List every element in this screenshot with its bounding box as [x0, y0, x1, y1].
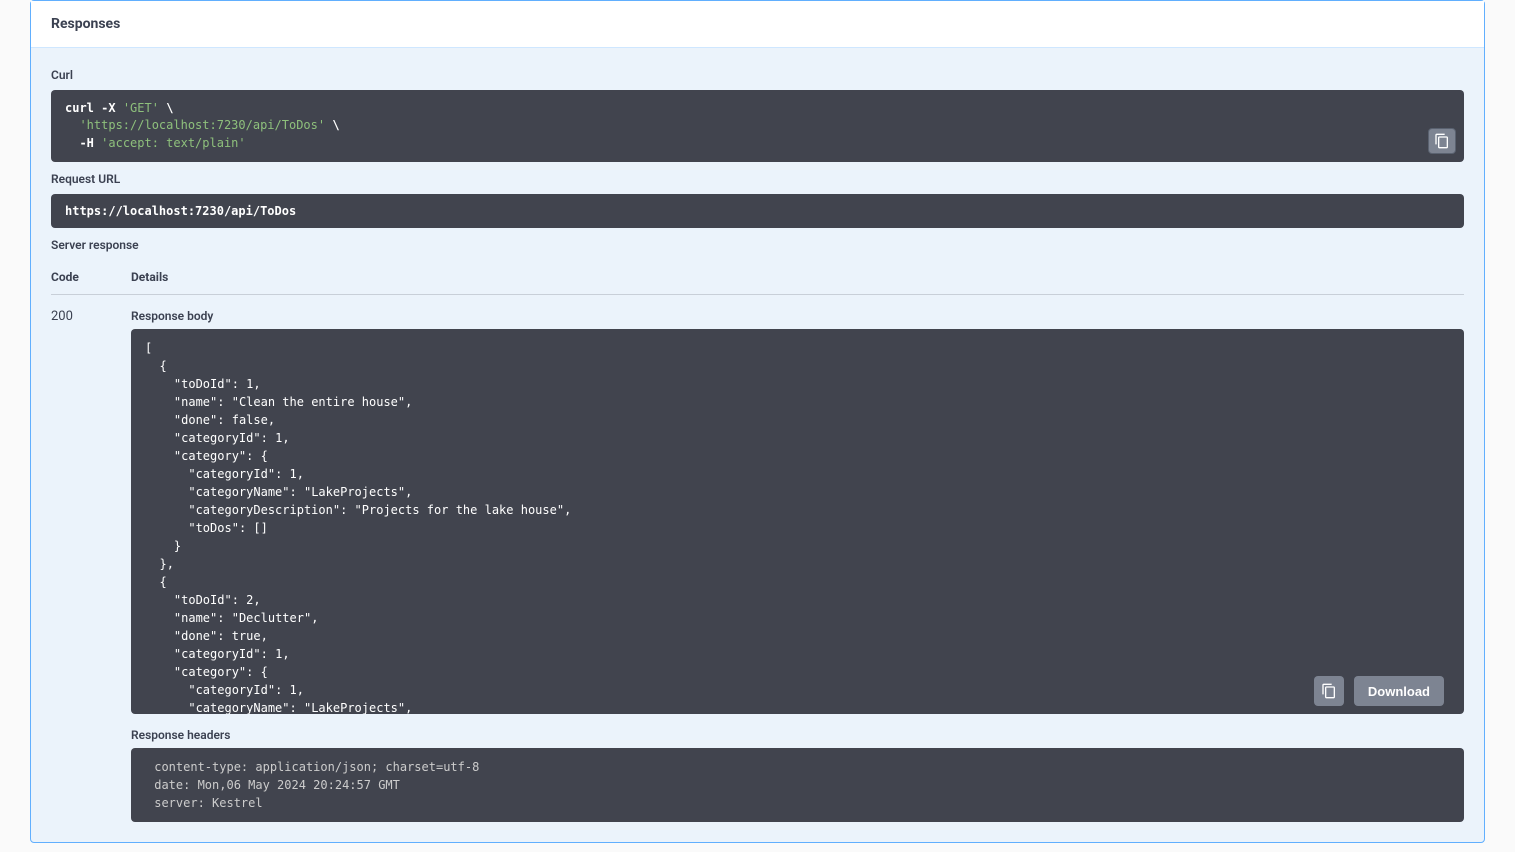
- copy-curl-button[interactable]: [1428, 128, 1456, 154]
- curl-block: curl -X 'GET' \ 'https://localhost:7230/…: [51, 90, 1464, 162]
- server-response-label: Server response: [51, 238, 1464, 252]
- status-code: 200: [51, 309, 131, 822]
- response-body-block[interactable]: [ { "toDoId": 1, "name": "Clean the enti…: [131, 329, 1464, 714]
- response-row: 200 Response body [ { "toDoId": 1, "name…: [51, 295, 1464, 822]
- response-headers-block: content-type: application/json; charset=…: [131, 748, 1464, 822]
- request-url-value: https://localhost:7230/api/ToDos: [51, 194, 1464, 228]
- response-headers-label: Response headers: [131, 728, 1464, 742]
- code-column-header: Code: [51, 270, 131, 284]
- responses-header: Responses: [31, 1, 1484, 48]
- curl-label: Curl: [51, 68, 1464, 82]
- copy-body-button[interactable]: [1314, 676, 1344, 706]
- clipboard-icon: [1321, 683, 1337, 699]
- details-column-header: Details: [131, 270, 1464, 284]
- request-url-label: Request URL: [51, 172, 1464, 186]
- responses-title: Responses: [51, 16, 1464, 32]
- download-button[interactable]: Download: [1354, 676, 1444, 706]
- response-table-header: Code Details: [51, 260, 1464, 295]
- response-body-label: Response body: [131, 309, 1464, 323]
- responses-panel: Responses Curl curl -X 'GET' \ 'https://…: [30, 0, 1485, 843]
- clipboard-icon: [1434, 133, 1450, 149]
